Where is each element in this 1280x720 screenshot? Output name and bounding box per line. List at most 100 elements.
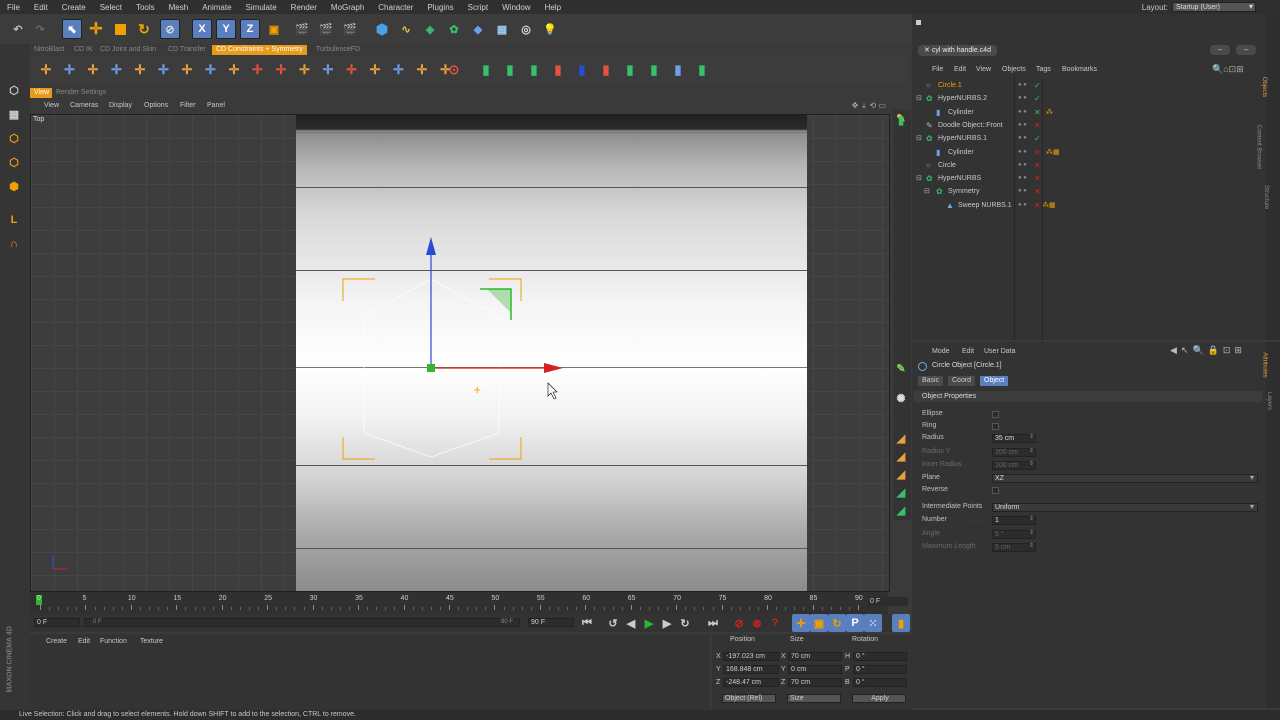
model-mode-button[interactable]: ⬡ <box>4 80 24 100</box>
visibility-dots[interactable]: ● ● <box>1018 79 1027 92</box>
object-row[interactable]: ○ Circle ● ● ✕ <box>916 159 1261 172</box>
menu-character[interactable]: Character <box>371 3 420 12</box>
constraint-tool-icon[interactable]: ✛ <box>83 60 103 80</box>
move-tool-button[interactable]: ✛ <box>86 19 106 39</box>
disable-cross-icon[interactable]: ✓ <box>1034 92 1041 105</box>
visibility-dots[interactable]: ● ● <box>1018 92 1027 105</box>
plugin-tab-cd-joint-skin[interactable]: CD Joint and Skin <box>96 45 161 55</box>
constraint-tool-icon[interactable]: ✛ <box>177 60 197 80</box>
plugin-tab-turbulencefd[interactable]: TurbulenceFD <box>312 45 365 55</box>
constraint-tool-icon[interactable]: ✛ <box>365 60 385 80</box>
visibility-dots[interactable]: ● ● <box>1018 119 1027 132</box>
attr-tab-object[interactable]: Object <box>980 376 1009 386</box>
layer-orange-3-icon[interactable]: ◢ <box>893 466 909 482</box>
size-field[interactable]: 70 cm <box>788 678 842 687</box>
side-tab-objects[interactable]: Objects <box>1261 77 1267 97</box>
side-tab-layers[interactable]: Layers <box>1266 392 1272 410</box>
scene-floor-button[interactable]: ▦ <box>492 19 512 39</box>
attr-menu-mode[interactable]: Mode <box>932 348 950 355</box>
doc-restore-button[interactable]: – <box>1210 45 1230 55</box>
next-frame-icon[interactable]: ▶ <box>658 614 676 632</box>
tag-icon[interactable]: ⁂▦ <box>1042 199 1056 212</box>
prop-checkbox[interactable] <box>992 423 999 430</box>
keyframe-selection-icon[interactable]: ? <box>766 614 784 632</box>
constraint-tool-icon[interactable]: ✛ <box>271 60 291 80</box>
layer-orange-2-icon[interactable]: ◢ <box>893 448 909 464</box>
visibility-dots[interactable]: ● ● <box>1018 159 1027 172</box>
prop-checkbox[interactable] <box>992 411 999 418</box>
tag-icon[interactable]: ⁂▦ <box>1046 146 1060 159</box>
constraint-tool-icon[interactable]: ✛ <box>412 60 432 80</box>
object-menu-bookmarks[interactable]: Bookmarks <box>1062 66 1097 73</box>
material-menu-texture[interactable]: Texture <box>140 638 163 645</box>
scale-tool-button[interactable] <box>110 19 130 39</box>
tower-tool-icon[interactable]: ▮ <box>500 60 520 80</box>
menu-plugins[interactable]: Plugins <box>420 3 460 12</box>
object-row[interactable]: ▮ Cylinder ● ● ✕ ⁂▦ <box>916 146 1261 159</box>
circle-gizmo[interactable]: + <box>31 115 890 592</box>
size-field[interactable]: 70 cm <box>788 652 842 661</box>
menu-animate[interactable]: Animate <box>195 3 238 12</box>
array-button[interactable]: ✿ <box>444 19 464 39</box>
object-menu-objects[interactable]: Objects <box>1002 66 1026 73</box>
menu-mesh[interactable]: Mesh <box>162 3 196 12</box>
constraint-tool-icon[interactable]: ✛ <box>318 60 338 80</box>
layer-green-icon[interactable]: ◢ <box>893 484 909 500</box>
attr-menu-edit[interactable]: Edit <box>962 348 974 355</box>
axis-mode-button[interactable]: L <box>4 210 24 230</box>
next-key-icon[interactable]: ↻ <box>676 614 694 632</box>
document-tab[interactable]: ✕ cyl with handle.c4d <box>918 45 997 56</box>
material-menu-edit[interactable]: Edit <box>78 638 90 645</box>
tower-tool-icon[interactable]: ▮ <box>548 60 568 80</box>
recent-tools-button[interactable]: ⊘ <box>160 19 180 39</box>
disable-cross-icon[interactable]: ✕ <box>1034 119 1041 132</box>
tower-tool-icon[interactable]: ▮ <box>692 60 712 80</box>
menu-create[interactable]: Create <box>55 3 93 12</box>
play-icon[interactable]: ▶ <box>640 614 658 632</box>
disable-cross-icon[interactable]: ✕ <box>1034 172 1041 185</box>
enable-check-icon[interactable]: ✕ <box>1034 159 1041 172</box>
menu-render[interactable]: Render <box>284 3 324 12</box>
constraint-tool-icon[interactable]: ✛ <box>154 60 174 80</box>
y-axis-lock-button[interactable]: Y <box>216 19 236 39</box>
subdivision-surface-button[interactable]: ◈ <box>420 19 440 39</box>
viewport-menu-cameras[interactable]: Cameras <box>70 102 98 109</box>
object-mode-dropdown[interactable]: Object (Rel) <box>722 694 776 703</box>
menu-mograph[interactable]: MoGraph <box>324 3 371 12</box>
deformer-button[interactable]: ◆ <box>468 19 488 39</box>
object-row[interactable]: ⊟ ✿ Symmetry ● ● ✕ <box>916 185 1261 198</box>
viewport-menu-filter[interactable]: Filter <box>180 102 196 109</box>
enable-check-icon[interactable]: ✕ <box>1034 185 1041 198</box>
size-mode-dropdown[interactable]: Size <box>787 694 841 703</box>
cube-object-button[interactable]: ⬢ <box>372 19 392 39</box>
redo-button[interactable]: ↷ <box>30 19 50 39</box>
expand-toggle[interactable]: ⊟ <box>916 92 922 105</box>
position-field[interactable]: -197.023 cm <box>723 652 779 661</box>
expand-toggle[interactable]: ⊟ <box>916 132 922 145</box>
viewport-top[interactable]: Top + <box>30 114 890 592</box>
spinner-icon[interactable]: ⇕ <box>1029 515 1034 522</box>
constraint-tool-icon[interactable]: ✛ <box>130 60 150 80</box>
prev-frame-icon[interactable]: ◀ <box>622 614 640 632</box>
rotation-field[interactable]: 0 ° <box>853 652 907 661</box>
render-picture-viewer-button[interactable]: 🎬 <box>316 19 336 39</box>
position-field[interactable]: 168.848 cm <box>723 665 779 674</box>
disable-cross-icon[interactable]: ✕ <box>1034 146 1041 159</box>
coordinate-system-button[interactable]: ▣ <box>264 19 284 39</box>
viewport-menu-view[interactable]: View <box>44 102 59 109</box>
render-settings-button[interactable]: 🎬 <box>340 19 360 39</box>
tower-tool-icon[interactable]: ▮ <box>620 60 640 80</box>
object-row[interactable]: ▮ Cylinder ● ● ✕ ⁂ <box>916 106 1261 119</box>
spinner-icon[interactable]: ⇕ <box>1029 542 1034 549</box>
enable-check-icon[interactable]: ✓ <box>1034 132 1041 145</box>
prev-key-icon[interactable]: ↺ <box>604 614 622 632</box>
constraint-tool-icon[interactable]: ✛ <box>342 60 362 80</box>
magnet-icon[interactable]: ⊙ <box>444 60 464 80</box>
timeline-layout-icon[interactable]: ▮ <box>892 614 910 632</box>
menu-file[interactable]: File <box>0 3 27 12</box>
apply-button[interactable]: Apply <box>852 694 906 703</box>
current-frame-field[interactable]: 0 F <box>868 597 908 606</box>
light-button[interactable]: 💡 <box>540 19 560 39</box>
key-param-icon[interactable]: P <box>846 614 864 632</box>
menu-script[interactable]: Script <box>461 3 495 12</box>
